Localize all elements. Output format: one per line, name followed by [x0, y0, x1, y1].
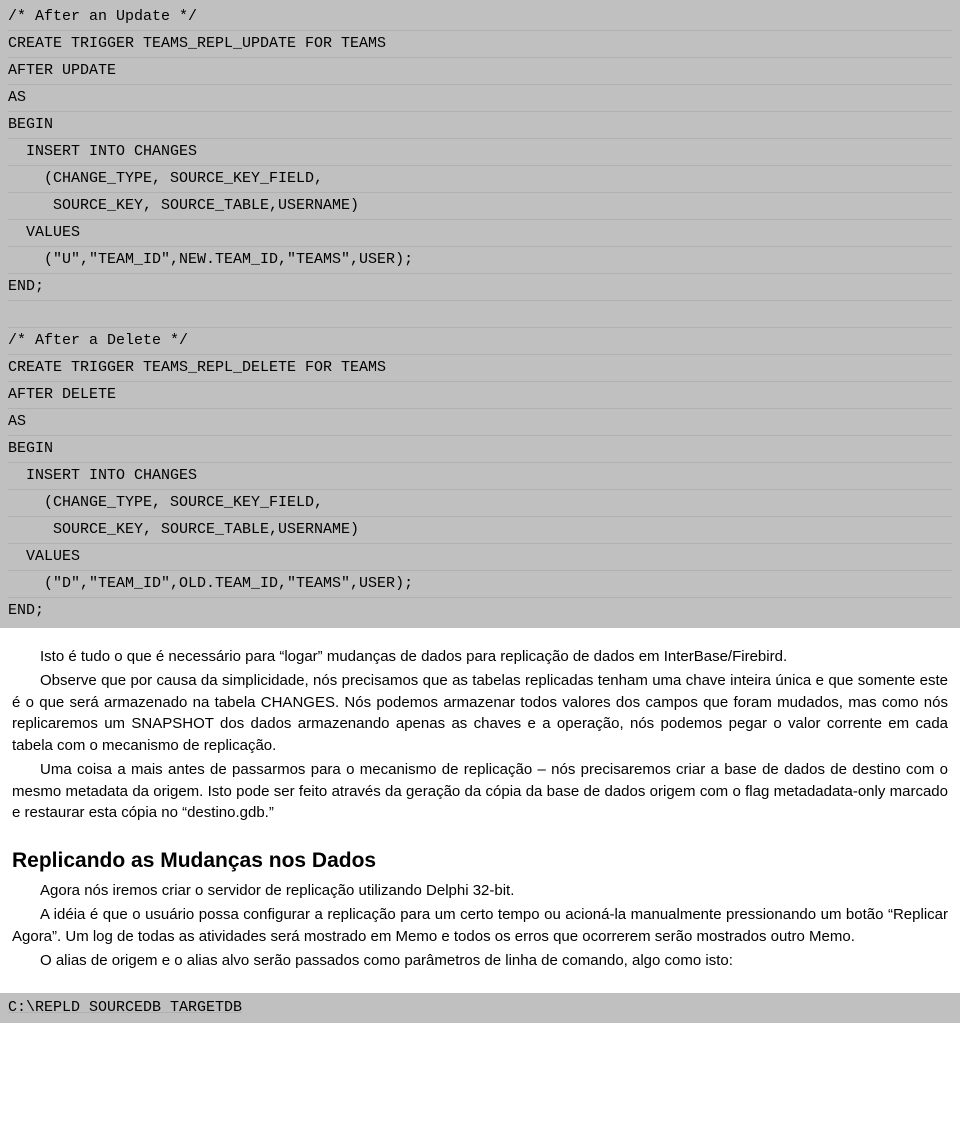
- code-line: INSERT INTO CHANGES: [8, 139, 952, 166]
- code-line: AFTER UPDATE: [8, 58, 952, 85]
- sql-code-block: /* After an Update */CREATE TRIGGER TEAM…: [0, 0, 960, 628]
- code-line: AFTER DELETE: [8, 382, 952, 409]
- code-line: AS: [8, 85, 952, 112]
- code-line: SOURCE_KEY, SOURCE_TABLE,USERNAME): [8, 517, 952, 544]
- command-line-block: C:\REPLD SOURCEDB TARGETDB: [0, 993, 960, 1023]
- code-line: ("D","TEAM_ID",OLD.TEAM_ID,"TEAMS",USER)…: [8, 571, 952, 598]
- code-line: [8, 301, 952, 328]
- code-line: INSERT INTO CHANGES: [8, 463, 952, 490]
- code-line: VALUES: [8, 220, 952, 247]
- code-line: CREATE TRIGGER TEAMS_REPL_DELETE FOR TEA…: [8, 355, 952, 382]
- code-line: END;: [8, 274, 952, 301]
- code-line: (CHANGE_TYPE, SOURCE_KEY_FIELD,: [8, 490, 952, 517]
- paragraph: A idéia é que o usuário possa configurar…: [12, 904, 948, 948]
- paragraph: Isto é tudo o que é necessário para “log…: [12, 646, 948, 668]
- code-line: VALUES: [8, 544, 952, 571]
- paragraph: Observe que por causa da simplicidade, n…: [12, 670, 948, 757]
- code-line: END;: [8, 598, 952, 624]
- code-line: AS: [8, 409, 952, 436]
- code-line: CREATE TRIGGER TEAMS_REPL_UPDATE FOR TEA…: [8, 31, 952, 58]
- paragraph: O alias de origem e o alias alvo serão p…: [12, 950, 948, 972]
- code-line: (CHANGE_TYPE, SOURCE_KEY_FIELD,: [8, 166, 952, 193]
- body-section-2: Agora nós iremos criar o servidor de rep…: [0, 880, 960, 971]
- code-line: /* After an Update */: [8, 4, 952, 31]
- code-line: /* After a Delete */: [8, 328, 952, 355]
- paragraph: Agora nós iremos criar o servidor de rep…: [12, 880, 948, 902]
- body-section-1: Isto é tudo o que é necessário para “log…: [0, 646, 960, 824]
- code-line: BEGIN: [8, 112, 952, 139]
- code-line: BEGIN: [8, 436, 952, 463]
- section-heading: Replicando as Mudanças nos Dados: [0, 846, 960, 876]
- paragraph: Uma coisa a mais antes de passarmos para…: [12, 759, 948, 824]
- code-line: ("U","TEAM_ID",NEW.TEAM_ID,"TEAMS",USER)…: [8, 247, 952, 274]
- code-line: SOURCE_KEY, SOURCE_TABLE,USERNAME): [8, 193, 952, 220]
